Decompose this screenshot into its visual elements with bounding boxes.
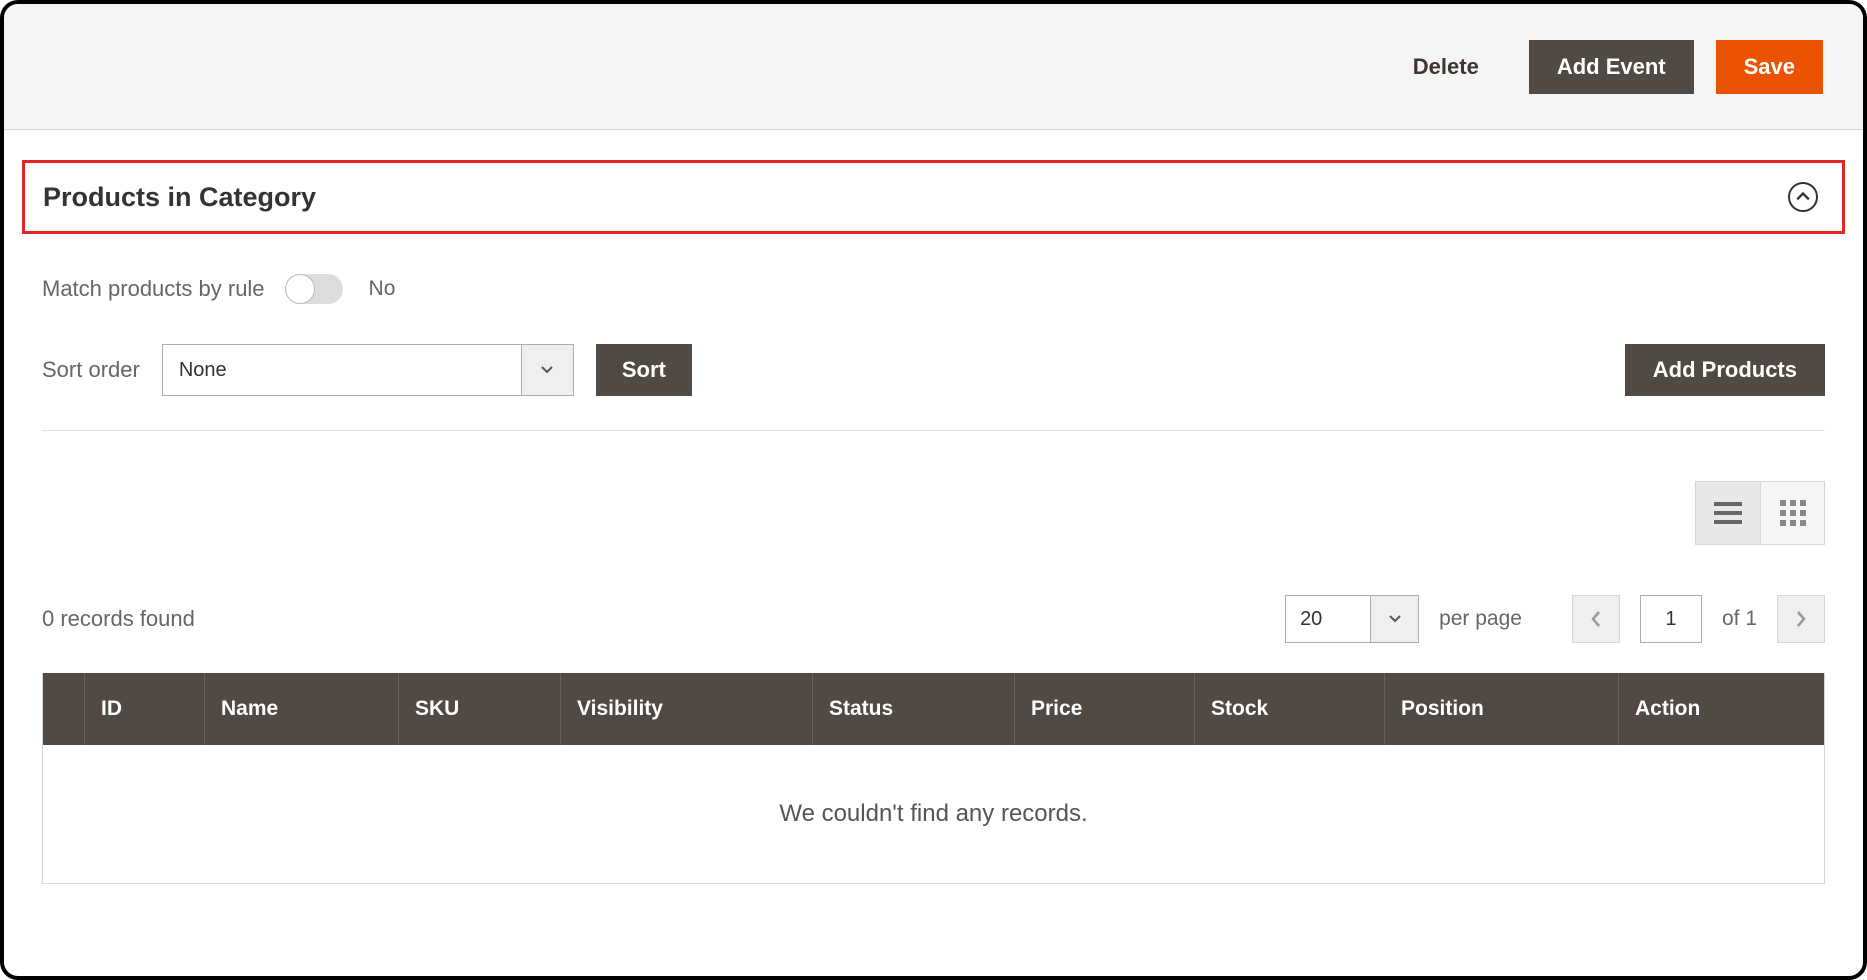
page-size-value: 20 xyxy=(1285,595,1371,643)
page-size-arrow xyxy=(1371,595,1419,643)
save-button[interactable]: Save xyxy=(1716,40,1823,94)
prev-page-button[interactable] xyxy=(1572,595,1620,643)
divider xyxy=(42,430,1825,431)
sort-row: Sort order None Sort Add Products xyxy=(42,344,1825,396)
collapse-toggle[interactable] xyxy=(1788,182,1818,212)
caret-down-icon xyxy=(1389,615,1401,623)
page-of-label: of 1 xyxy=(1722,607,1757,631)
page-size-select[interactable]: 20 xyxy=(1285,595,1419,643)
records-found: 0 records found xyxy=(42,606,195,632)
next-page-button[interactable] xyxy=(1777,595,1825,643)
match-toggle[interactable] xyxy=(285,274,343,304)
col-stock[interactable]: Stock xyxy=(1195,673,1385,745)
col-visibility[interactable]: Visibility xyxy=(561,673,813,745)
add-products-button[interactable]: Add Products xyxy=(1625,344,1825,396)
list-view-button[interactable] xyxy=(1696,482,1760,544)
chevron-right-icon xyxy=(1795,610,1807,628)
col-price[interactable]: Price xyxy=(1015,673,1195,745)
sort-order-value: None xyxy=(162,344,522,396)
match-by-rule-row: Match products by rule No xyxy=(42,274,1825,304)
match-label: Match products by rule xyxy=(42,276,265,302)
col-id[interactable]: ID xyxy=(85,673,205,745)
sort-order-arrow xyxy=(522,344,574,396)
view-toggle-row xyxy=(42,481,1825,545)
delete-button[interactable]: Delete xyxy=(1385,40,1507,94)
add-event-button[interactable]: Add Event xyxy=(1529,40,1694,94)
view-toggle xyxy=(1695,481,1825,545)
sort-button[interactable]: Sort xyxy=(596,344,692,396)
grid-icon xyxy=(1780,500,1806,526)
sort-order-select[interactable]: None xyxy=(162,344,574,396)
table-header: ID Name SKU Visibility Status Price Stoc… xyxy=(43,673,1824,745)
empty-message: We couldn't find any records. xyxy=(43,745,1824,883)
chevron-up-icon xyxy=(1796,190,1810,204)
caret-down-icon xyxy=(541,366,553,374)
col-action[interactable]: Action xyxy=(1619,673,1824,745)
pager-row: 0 records found 20 per page of 1 xyxy=(42,595,1825,643)
products-table: ID Name SKU Visibility Status Price Stoc… xyxy=(42,673,1825,884)
section-header[interactable]: Products in Category xyxy=(22,160,1845,234)
grid-view-button[interactable] xyxy=(1760,482,1824,544)
col-sku[interactable]: SKU xyxy=(399,673,561,745)
list-icon xyxy=(1714,502,1742,524)
col-name[interactable]: Name xyxy=(205,673,399,745)
match-state: No xyxy=(369,277,396,301)
toggle-knob xyxy=(285,274,315,304)
per-page-label: per page xyxy=(1439,607,1522,631)
section-title: Products in Category xyxy=(43,182,316,213)
page-input[interactable] xyxy=(1640,595,1702,643)
col-position[interactable]: Position xyxy=(1385,673,1619,745)
col-status[interactable]: Status xyxy=(813,673,1015,745)
sort-label: Sort order xyxy=(42,357,140,383)
top-action-bar: Delete Add Event Save xyxy=(4,4,1863,130)
col-checkbox[interactable] xyxy=(43,673,85,745)
chevron-left-icon xyxy=(1590,610,1602,628)
